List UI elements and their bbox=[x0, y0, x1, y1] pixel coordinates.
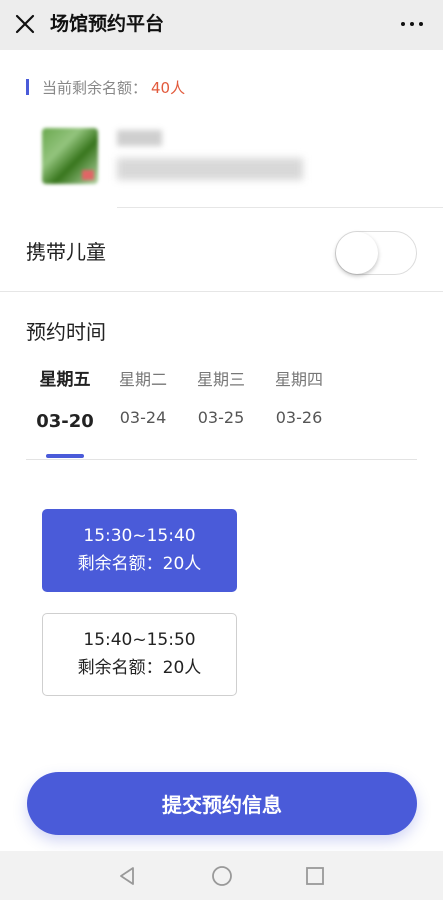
system-nav-bar bbox=[0, 851, 443, 900]
close-icon bbox=[15, 14, 35, 34]
more-icon-dot bbox=[410, 22, 414, 26]
quota-label: 当前剩余名额： bbox=[42, 78, 148, 97]
more-button[interactable] bbox=[397, 12, 427, 36]
submit-button[interactable]: 提交预约信息 bbox=[27, 772, 417, 835]
user-info-blurred bbox=[117, 158, 303, 180]
slot-remaining: 剩余名额：20人 bbox=[77, 554, 202, 574]
time-slot-1[interactable]: 15:30~15:40 剩余名额：20人 bbox=[42, 509, 237, 592]
user-name-blurred bbox=[117, 130, 162, 146]
day-weekday: 星期四 bbox=[274, 370, 323, 389]
quota-value: 40人 bbox=[151, 78, 186, 97]
avatar-detail bbox=[82, 170, 94, 180]
children-toggle[interactable] bbox=[335, 231, 417, 275]
close-button[interactable] bbox=[12, 11, 38, 37]
slot-remaining: 剩余名额：20人 bbox=[77, 658, 202, 678]
time-slot-2[interactable]: 15:40~15:50 剩余名额：20人 bbox=[42, 613, 237, 696]
home-icon[interactable] bbox=[211, 865, 233, 887]
back-icon[interactable] bbox=[116, 865, 138, 887]
children-label: 携带儿童 bbox=[26, 240, 106, 264]
day-tab-2[interactable]: 星期二 03-24 bbox=[103, 368, 183, 428]
day-tab-4[interactable]: 星期四 03-26 bbox=[259, 368, 339, 428]
day-weekday: 星期二 bbox=[118, 370, 167, 389]
slot-time: 15:40~15:50 bbox=[83, 630, 196, 650]
recent-apps-icon[interactable] bbox=[305, 866, 325, 886]
day-tab-1[interactable]: 星期五 03-20 bbox=[25, 368, 105, 432]
day-weekday: 星期三 bbox=[196, 370, 245, 389]
day-tab-3[interactable]: 星期三 03-25 bbox=[181, 368, 261, 428]
day-date: 03-20 bbox=[36, 411, 94, 432]
toggle-knob bbox=[336, 232, 378, 274]
divider bbox=[26, 459, 417, 460]
more-icon-dot bbox=[419, 22, 423, 26]
day-date: 03-24 bbox=[119, 408, 167, 427]
quota-accent-bar bbox=[26, 79, 29, 95]
remaining-quota: 当前剩余名额： 40人 bbox=[26, 77, 185, 97]
day-date: 03-26 bbox=[275, 408, 323, 427]
day-date: 03-25 bbox=[197, 408, 245, 427]
more-icon bbox=[401, 22, 405, 26]
top-bar: 场馆预约平台 bbox=[0, 0, 443, 50]
page-title: 场馆预约平台 bbox=[50, 13, 165, 35]
slot-time: 15:30~15:40 bbox=[83, 526, 196, 546]
avatar bbox=[42, 128, 98, 184]
day-weekday: 星期五 bbox=[39, 370, 91, 390]
active-day-indicator bbox=[46, 454, 84, 458]
divider bbox=[0, 291, 443, 292]
divider bbox=[117, 207, 443, 208]
booking-time-title: 预约时间 bbox=[26, 320, 106, 344]
